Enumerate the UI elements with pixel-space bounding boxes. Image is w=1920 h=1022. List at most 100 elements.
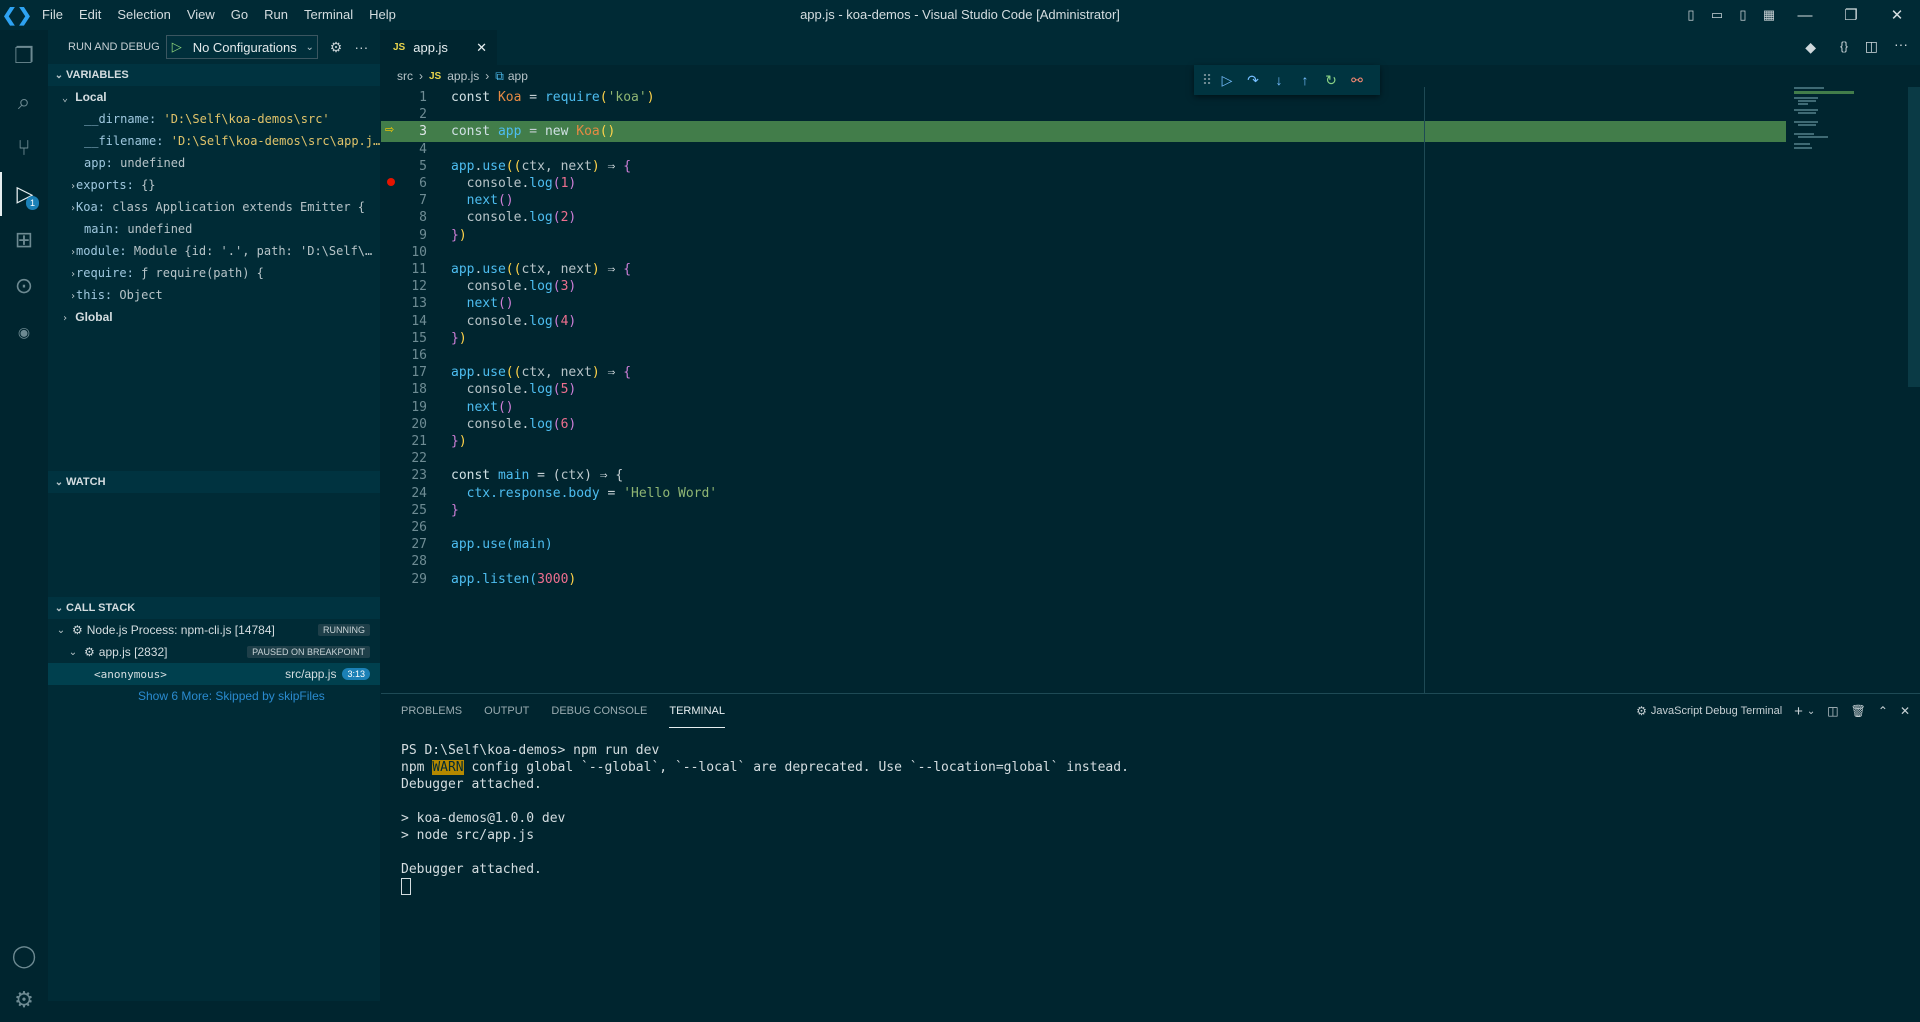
debug-gear-icon: ⚙ — [72, 623, 83, 637]
maximize-panel-icon[interactable]: ⌃ — [1878, 704, 1888, 718]
minimap[interactable] — [1790, 87, 1910, 693]
search-icon[interactable]: ⌕ — [0, 80, 48, 124]
breadcrumb-symbol[interactable]: app — [508, 69, 528, 83]
chevron-down-icon: ⌄ — [68, 646, 78, 658]
scope-global[interactable]: › Global — [48, 306, 380, 328]
menu-help[interactable]: Help — [361, 0, 404, 30]
editor-tab-bar: JS app.js ✕ ◆ {} ◫ ··· — [381, 30, 1920, 65]
kill-terminal-icon[interactable]: 🗑 — [1851, 704, 1866, 718]
variable-this[interactable]: ›this: Object — [48, 284, 380, 306]
code-editor[interactable]: 1 const Koa = require('koa') 2 3 const app =… — [381, 87, 1920, 693]
variable-require[interactable]: ›require: ƒ require(path) { — [48, 262, 380, 284]
variable-value: 'D:\Self\koa-demos\src\app.j… — [170, 134, 380, 148]
variable-value: 'D:\Self\koa-demos\src' — [163, 112, 330, 126]
toggle-primary-sidebar-icon[interactable]: ▯ — [1678, 0, 1704, 30]
menu-edit[interactable]: Edit — [71, 0, 109, 30]
variable-app[interactable]: app: undefined — [48, 152, 380, 174]
toggle-panel-icon[interactable]: ▭ — [1704, 0, 1730, 30]
timeline-icon[interactable]: ◉ — [0, 310, 48, 354]
customize-layout-icon[interactable]: ▦ — [1756, 0, 1782, 30]
menu-run[interactable]: Run — [256, 0, 296, 30]
start-debugging-icon[interactable]: ▷ — [167, 39, 187, 55]
watch-section-header[interactable]: ⌄ WATCH — [48, 471, 380, 493]
chevron-down-icon: ⌄ — [54, 476, 64, 488]
menu-go[interactable]: Go — [223, 0, 256, 30]
close-tab-icon[interactable]: ✕ — [476, 40, 487, 56]
menu-selection[interactable]: Selection — [109, 0, 178, 30]
explorer-icon[interactable]: ❐ — [0, 34, 48, 78]
minimize-button[interactable]: — — [1782, 0, 1828, 30]
open-launch-json-gear-icon[interactable]: ⚙ — [330, 39, 343, 56]
show-more-link[interactable]: Show 6 More: Skipped by skipFiles — [48, 685, 380, 707]
split-editor-icon[interactable]: ◫ — [1865, 38, 1878, 55]
account-icon[interactable]: ◯ — [0, 934, 48, 978]
variable-value: Module {id: '.', path: 'D:\Self\… — [133, 244, 373, 258]
more-actions-icon[interactable]: ··· — [1894, 36, 1908, 52]
variable-key: app: — [84, 156, 113, 170]
variable-key: main: — [84, 222, 121, 236]
code-line[interactable]: 29 app.listen(3000) — [381, 569, 1786, 590]
frame-file: src/app.js — [285, 667, 337, 681]
variables-section-header[interactable]: ⌄ VARIABLES — [48, 64, 380, 86]
scope-local[interactable]: ⌄ Local — [48, 86, 380, 108]
toggle-json-icon[interactable]: {} — [1840, 39, 1848, 53]
terminal-cursor — [401, 878, 411, 895]
editor-scrollbar[interactable] — [1908, 87, 1920, 387]
toggle-secondary-sidebar-icon[interactable]: ▯ — [1730, 0, 1756, 30]
source-control-icon[interactable]: ⑂ — [0, 126, 48, 170]
breadcrumb-file[interactable]: app.js — [447, 69, 479, 83]
tab-app-js[interactable]: JS app.js ✕ — [381, 30, 497, 65]
remote-explorer-icon[interactable]: ⊙ — [0, 264, 48, 308]
breadcrumb: src › JS app.js › ⧉ app — [381, 65, 1920, 87]
variable-dirname[interactable]: __dirname: 'D:\Self\koa-demos\src' — [48, 108, 380, 130]
terminal-line: PS D:\Self\koa-demos> npm run dev — [401, 743, 660, 758]
variable-exports[interactable]: ›exports: {} — [48, 174, 380, 196]
close-panel-icon[interactable]: ✕ — [1900, 704, 1910, 718]
callstack-section-header[interactable]: ⌄ CALL STACK — [48, 597, 380, 619]
terminal-line: > koa-demos@1.0.0 dev — [401, 811, 566, 826]
variable-koa[interactable]: ›Koa: class Application extends Emitter … — [48, 196, 380, 218]
tab-problems[interactable]: PROBLEMS — [401, 694, 462, 728]
terminal-name[interactable]: JavaScript Debug Terminal — [1651, 705, 1782, 717]
callstack-frame[interactable]: <anonymous> src/app.js 3:13 — [48, 663, 380, 685]
tab-terminal[interactable]: TERMINAL — [669, 694, 725, 728]
tab-output[interactable]: OUTPUT — [484, 694, 529, 728]
variable-module[interactable]: ›module: Module {id: '.', path: 'D:\Self… — [48, 240, 380, 262]
terminal-line: Debugger attached. — [401, 777, 542, 792]
menu-terminal[interactable]: Terminal — [296, 0, 361, 30]
variable-filename[interactable]: __filename: 'D:\Self\koa-demos\src\app.j… — [48, 130, 380, 152]
chevron-down-icon: ⌄ — [62, 93, 69, 104]
extensions-icon[interactable]: ⊞ — [0, 218, 48, 262]
variable-main[interactable]: main: undefined — [48, 218, 380, 240]
breakpoint-icon[interactable] — [387, 178, 395, 186]
restore-button[interactable]: ❐ — [1828, 0, 1874, 30]
split-terminal-icon[interactable]: ◫ — [1827, 704, 1838, 718]
settings-gear-icon[interactable]: ⚙ — [0, 978, 48, 1022]
frame-position-badge: 3:13 — [342, 668, 370, 680]
tab-debug-console[interactable]: DEBUG CONSOLE — [551, 694, 647, 728]
menu-view[interactable]: View — [179, 0, 223, 30]
variable-value: undefined — [120, 156, 186, 170]
code-content: app.listen(3000) — [451, 571, 577, 587]
callstack-thread[interactable]: ⌄ ⚙ app.js [2832] PAUSED ON BREAKPOINT — [48, 641, 380, 663]
scope-local-label: Local — [75, 90, 107, 104]
callstack-process[interactable]: ⌄ ⚙ Node.js Process: npm-cli.js [14784] … — [48, 619, 380, 641]
sidebar-header: RUN AND DEBUG ▷ No Configurations ⌄ ⚙ ··… — [48, 30, 380, 64]
chevron-down-icon[interactable]: ⌄ — [1807, 706, 1815, 717]
terminal-output[interactable]: PS D:\Self\koa-demos> npm run dev npm WA… — [401, 742, 1129, 895]
open-changes-icon[interactable]: ◆ — [1805, 39, 1816, 56]
breadcrumb-folder[interactable]: src — [397, 69, 413, 83]
variable-value: undefined — [127, 222, 193, 236]
menu-file[interactable]: File — [34, 0, 71, 30]
terminal-line: config global `--global`, `--local` are … — [463, 760, 1129, 775]
debug-configuration-select[interactable]: ▷ No Configurations ⌄ — [165, 35, 318, 59]
chevron-down-icon: ⌄ — [56, 624, 66, 636]
javascript-file-icon: JS — [393, 42, 406, 53]
variable-key: exports: — [76, 178, 134, 192]
close-window-button[interactable]: ✕ — [1874, 0, 1920, 30]
chevron-down-icon: ⌄ — [54, 602, 64, 614]
run-debug-icon[interactable]: ▷ 1 — [0, 172, 48, 216]
editor-ruler — [1424, 87, 1425, 693]
more-actions-icon[interactable]: ··· — [354, 39, 368, 55]
new-terminal-icon[interactable]: + — [1794, 703, 1803, 720]
